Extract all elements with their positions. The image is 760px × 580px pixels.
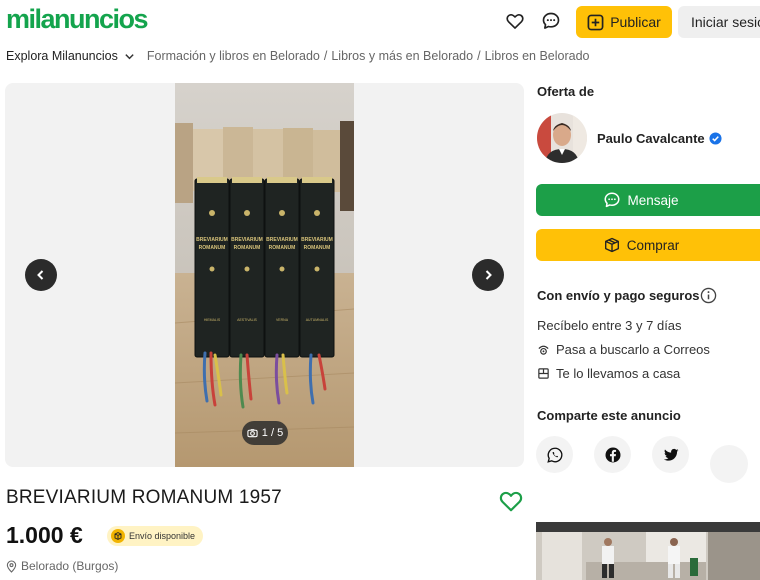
info-icon[interactable] (700, 287, 717, 304)
shipping-option-home-label: Te lo llevamos a casa (556, 366, 681, 381)
buy-label: Comprar (626, 237, 680, 253)
spine-label: AESTIVALIS (237, 318, 257, 322)
chat-bubble-icon[interactable] (540, 10, 562, 32)
listing-title: BREVIARIUM ROMANUM 1957 (6, 487, 282, 508)
shipping-option-home: Te lo llevamos a casa (537, 366, 680, 381)
spine-title-1: BREVIARIUM (266, 237, 298, 243)
breadcrumb: Explora Milanuncios Formación y libros e… (6, 49, 590, 63)
location-pin-icon (6, 559, 17, 573)
spine-title-2: ROMANUM (304, 245, 331, 251)
shipping-option-pickup-label: Pasa a buscarlo a Correos (556, 342, 710, 357)
spine-title-1: BREVIARIUM (301, 237, 333, 243)
seller-avatar[interactable] (537, 113, 587, 163)
shipping-available-badge: Envío disponible (107, 526, 204, 546)
chat-bubble-icon (604, 192, 620, 208)
shipping-option-pickup: Pasa a buscarlo a Correos (537, 342, 710, 357)
favorite-listing-heart-icon[interactable] (498, 488, 524, 514)
spine-title-2: ROMANUM (234, 245, 261, 251)
advertisement-banner[interactable] (536, 522, 760, 580)
photo-gallery: BREVIARIUM ROMANUM BREVIARIUM ROMANUM BR… (5, 83, 524, 467)
publish-label: Publicar (610, 14, 661, 30)
favorites-heart-icon[interactable] (504, 10, 526, 32)
next-photo-button[interactable] (472, 259, 504, 291)
delivery-eta-label: Recíbelo entre 3 y 7 días (537, 318, 682, 333)
seller-heading: Oferta de (537, 84, 595, 99)
package-icon (111, 529, 125, 543)
package-icon (604, 237, 619, 253)
verified-badge-icon (709, 132, 722, 145)
listing-location: Belorado (Burgos) (6, 559, 118, 573)
message-label: Mensaje (627, 192, 679, 208)
whatsapp-icon (546, 447, 562, 463)
photo-counter: 1 / 5 (242, 421, 288, 445)
breadcrumb-separator: / (323, 49, 328, 63)
post-office-icon (538, 345, 549, 355)
spine-title-2: ROMANUM (199, 245, 226, 251)
spine-title-2: ROMANUM (269, 245, 296, 251)
share-whatsapp-button[interactable] (536, 436, 573, 473)
chevron-down-icon[interactable] (124, 51, 135, 62)
listing-photo[interactable]: BREVIARIUM ROMANUM BREVIARIUM ROMANUM BR… (175, 83, 354, 467)
share-facebook-button[interactable] (594, 436, 631, 473)
spine-label: VERNA (276, 318, 289, 322)
chevron-right-icon (485, 270, 492, 280)
spine-title-1: BREVIARIUM (231, 237, 263, 243)
twitter-icon (663, 448, 678, 461)
previous-photo-button[interactable] (25, 259, 57, 291)
location-label: Belorado (Burgos) (21, 559, 119, 573)
spine-title-1: BREVIARIUM (196, 237, 228, 243)
breadcrumb-item-formacion[interactable]: Formación y libros en Belorado (147, 49, 320, 63)
delivery-eta: Recíbelo entre 3 y 7 días (537, 318, 682, 333)
seller-name[interactable]: Paulo Cavalcante (597, 131, 722, 146)
explore-menu[interactable]: Explora Milanuncios (6, 49, 118, 63)
secure-shipping-heading: Con envío y pago seguros (537, 288, 700, 303)
login-button[interactable]: Iniciar sesión (678, 6, 760, 38)
spine-label: AUTUMNALIS (306, 318, 329, 322)
spine-label: HIEMALIS (204, 318, 221, 322)
share-heading: Comparte este anuncio (537, 408, 681, 423)
plus-square-icon (587, 14, 604, 30)
camera-icon (247, 429, 258, 438)
login-label: Iniciar sesión (691, 14, 760, 30)
chevron-left-icon (37, 270, 44, 280)
listing-price: 1.000 € (6, 522, 83, 548)
breadcrumb-item-libros-mas[interactable]: Libros y más en Belorado (331, 49, 473, 63)
milanuncios-logo[interactable]: milanuncios (6, 4, 149, 35)
home-delivery-icon (538, 368, 549, 379)
facebook-icon (605, 447, 620, 462)
message-button[interactable]: Mensaje (536, 184, 760, 216)
publish-button[interactable]: Publicar (576, 6, 672, 38)
seller-name-label: Paulo Cavalcante (597, 131, 705, 146)
share-more-button[interactable] (710, 445, 748, 483)
shipping-badge-label: Envío disponible (129, 531, 196, 541)
photo-counter-label: 1 / 5 (261, 427, 284, 439)
share-twitter-button[interactable] (652, 436, 689, 473)
breadcrumb-separator: / (477, 49, 481, 63)
breadcrumb-item-libros[interactable]: Libros en Belorado (485, 49, 590, 63)
buy-button[interactable]: Comprar (536, 229, 760, 261)
